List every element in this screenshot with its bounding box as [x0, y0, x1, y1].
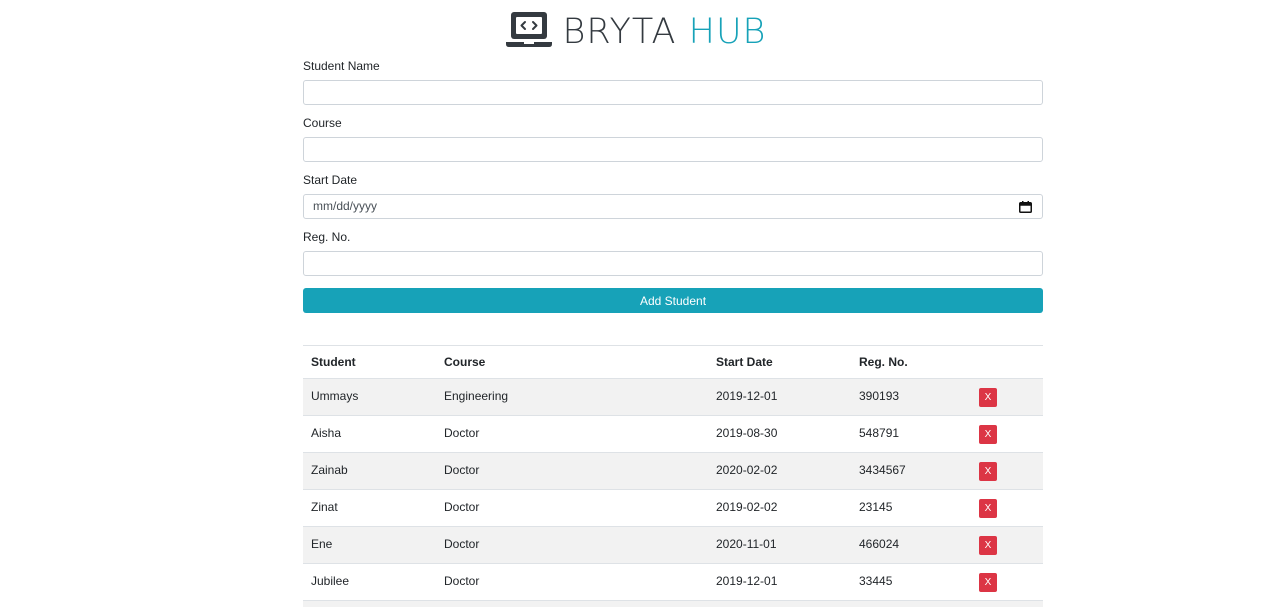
cell-start-date: 2019-08-30	[716, 426, 778, 440]
header-student: Student	[311, 355, 356, 369]
cell-start-date: 2019-02-02	[716, 500, 778, 514]
cell-student: Zainab	[311, 463, 348, 477]
cell-student: Aisha	[311, 426, 342, 440]
student-name-group: Student Name	[303, 58, 1043, 115]
start-date-group: Start Date mm/dd/yyyy	[303, 172, 1043, 229]
table-row: Aisha Doctor 2019-08-30 548791 X	[303, 416, 1043, 453]
cell-course: Doctor	[444, 574, 480, 588]
cell-reg-no: 3434567	[859, 463, 906, 477]
table-row: Zinat Doctor 2019-02-02 23145 X	[303, 490, 1043, 527]
table-row: Zainab Doctor 2020-02-02 3434567 X	[303, 453, 1043, 490]
cell-actions: X	[979, 453, 997, 489]
brand-title: BRYTA HUB	[562, 11, 767, 52]
cell-reg-no: 23145	[859, 500, 893, 514]
reg-no-input[interactable]	[303, 251, 1043, 276]
laptop-code-icon	[505, 12, 552, 47]
cell-start-date: 2020-02-02	[716, 463, 778, 477]
cell-actions: X	[979, 416, 997, 452]
table-row: Ene Doctor 2020-11-01 466024 X	[303, 527, 1043, 564]
brand-word-2: HUB	[688, 11, 767, 52]
table-header-row: Student Course Start Date Reg. No.	[303, 346, 1043, 379]
start-date-placeholder: mm/dd/yyyy	[313, 199, 378, 213]
start-date-label: Start Date	[303, 173, 358, 187]
students-table: Student Course Start Date Reg. No. Ummay…	[303, 345, 1043, 607]
add-student-button[interactable]: Add Student	[303, 288, 1043, 313]
course-input[interactable]	[303, 137, 1043, 162]
delete-button[interactable]: X	[979, 425, 997, 444]
cell-student: Ene	[311, 537, 333, 551]
cell-student: Zinat	[311, 500, 338, 514]
cell-actions: X	[979, 564, 997, 600]
delete-button[interactable]: X	[979, 388, 997, 407]
cell-reg-no: 466024	[859, 537, 900, 551]
cell-course: Doctor	[444, 463, 480, 477]
add-student-form: Student Name Course Start Date mm/dd/yyy…	[303, 58, 1043, 286]
brand-word-1: BRYTA	[562, 11, 677, 52]
cell-course: Doctor	[444, 500, 480, 514]
student-name-input[interactable]	[303, 80, 1043, 105]
cell-course: Doctor	[444, 426, 480, 440]
cell-student: Ummays	[311, 389, 359, 403]
cell-reg-no: 548791	[859, 426, 900, 440]
cell-start-date: 2020-11-01	[716, 537, 777, 551]
brand-logo-group: BRYTA HUB	[505, 10, 767, 50]
delete-button[interactable]: X	[979, 499, 997, 518]
reg-no-label: Reg. No.	[303, 230, 351, 244]
cell-course: Engineering	[444, 389, 509, 403]
course-group: Course	[303, 115, 1043, 172]
cell-reg-no: 33445	[859, 574, 893, 588]
reg-no-group: Reg. No.	[303, 229, 1043, 286]
header-start-date: Start Date	[716, 355, 773, 369]
delete-button[interactable]: X	[979, 462, 997, 481]
student-name-label: Student Name	[303, 59, 380, 73]
cell-actions: X	[979, 527, 997, 563]
cell-start-date: 2019-12-01	[716, 574, 778, 588]
cell-reg-no: 390193	[859, 389, 900, 403]
cell-student: Jubilee	[311, 574, 350, 588]
cell-actions: X	[979, 490, 997, 526]
brand-header: BRYTA HUB	[0, 0, 1263, 60]
cell-actions: X	[979, 379, 997, 415]
start-date-input[interactable]: mm/dd/yyyy	[303, 194, 1043, 219]
delete-button[interactable]: X	[979, 536, 997, 555]
table-row: Jubilee Doctor 2019-12-01 33445 X	[303, 564, 1043, 601]
table-row: Ummays Engineering 2019-12-01 390193 X	[303, 379, 1043, 416]
delete-button[interactable]: X	[979, 573, 997, 592]
table-row-partial	[303, 601, 1043, 607]
header-reg-no: Reg. No.	[859, 355, 908, 369]
course-label: Course	[303, 116, 342, 130]
cell-start-date: 2019-12-01	[716, 389, 778, 403]
cell-course: Doctor	[444, 537, 480, 551]
header-course: Course	[444, 355, 486, 369]
calendar-icon[interactable]	[1019, 201, 1032, 213]
